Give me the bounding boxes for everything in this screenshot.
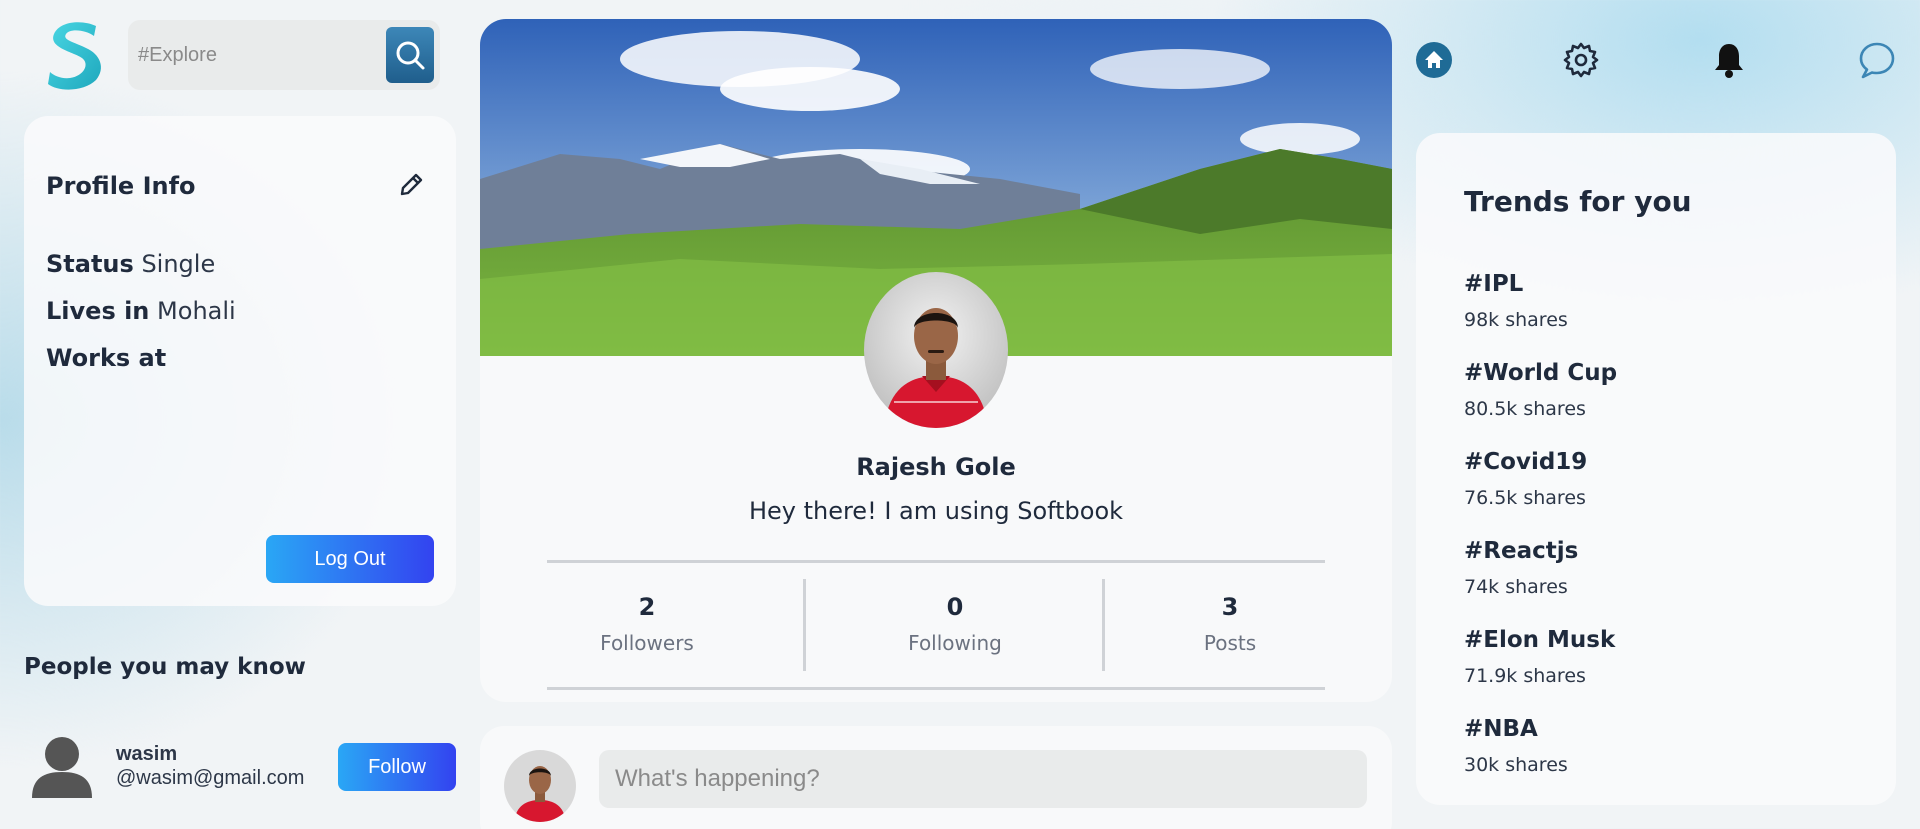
person-email: @wasim@gmail.com: [116, 767, 305, 789]
following-count: 0: [946, 593, 964, 621]
followers-count: 2: [638, 593, 656, 621]
logout-button[interactable]: Log Out: [266, 535, 434, 583]
edit-icon[interactable]: [394, 168, 428, 202]
profile-card: Rajesh Gole Hey there! I am using Softbo…: [480, 19, 1392, 702]
person-name: wasim: [116, 743, 178, 765]
stats-divider: [803, 579, 806, 671]
home-icon[interactable]: [1414, 40, 1454, 80]
search-button[interactable]: [386, 27, 434, 83]
trend-item[interactable]: #IPL 98k shares: [1464, 271, 1568, 331]
trend-tag: #NBA: [1464, 716, 1538, 742]
bell-icon[interactable]: [1709, 40, 1749, 80]
app-logo[interactable]: [44, 18, 106, 92]
chat-icon[interactable]: [1857, 40, 1897, 80]
avatar-placeholder-icon: [30, 734, 94, 798]
trend-shares: 80.5k shares: [1464, 398, 1586, 420]
stats-divider-bottom: [547, 687, 1325, 690]
trend-shares: 30k shares: [1464, 754, 1568, 776]
composer-avatar: [504, 750, 576, 822]
gear-icon[interactable]: [1561, 40, 1601, 80]
trend-item[interactable]: #Covid19 76.5k shares: [1464, 449, 1587, 509]
profile-name: Rajesh Gole: [856, 453, 1016, 481]
trend-shares: 76.5k shares: [1464, 487, 1586, 509]
lives-row: Lives in Mohali: [46, 297, 236, 325]
profile-info-title: Profile Info: [46, 172, 196, 200]
trend-tag: #Elon Musk: [1464, 627, 1616, 653]
lives-value: Mohali: [157, 297, 236, 325]
following-label: Following: [908, 631, 1002, 655]
profile-bio: Hey there! I am using Softbook: [748, 497, 1124, 525]
trend-item[interactable]: #World Cup 80.5k shares: [1464, 360, 1617, 420]
stats-divider: [1102, 579, 1105, 671]
people-you-may-know-title: People you may know: [24, 654, 306, 680]
trend-tag: #IPL: [1464, 271, 1524, 297]
status-row: Status Single: [46, 250, 215, 278]
post-input[interactable]: [599, 750, 1367, 808]
trend-tag: #World Cup: [1464, 360, 1618, 386]
trend-item[interactable]: #Reactjs 74k shares: [1464, 538, 1578, 598]
trend-shares: 98k shares: [1464, 309, 1568, 331]
trend-shares: 71.9k shares: [1464, 665, 1586, 687]
lives-label: Lives in: [46, 297, 150, 325]
follow-button[interactable]: Follow: [338, 743, 456, 791]
search-icon: [396, 41, 425, 70]
trend-item[interactable]: #NBA 30k shares: [1464, 716, 1568, 776]
status-label: Status: [46, 250, 134, 278]
works-label: Works at: [46, 344, 167, 372]
profile-avatar[interactable]: [864, 272, 1008, 428]
stats-divider-top: [547, 560, 1325, 563]
posts-count: 3: [1221, 593, 1239, 621]
search-bar: [128, 20, 440, 90]
trend-item[interactable]: #Elon Musk 71.9k shares: [1464, 627, 1615, 687]
stat-posts[interactable]: 3 Posts: [1140, 593, 1320, 655]
posts-label: Posts: [1203, 631, 1257, 655]
trends-title: Trends for you: [1464, 185, 1692, 218]
trend-shares: 74k shares: [1464, 576, 1568, 598]
profile-info-card: Profile Info Status Single Lives in Moha…: [24, 116, 456, 606]
works-row: Works at: [46, 344, 166, 372]
post-composer: [480, 726, 1392, 829]
status-value: Single: [141, 250, 216, 278]
stat-following[interactable]: 0 Following: [810, 593, 1100, 655]
followers-label: Followers: [600, 631, 694, 655]
trends-card: Trends for you #IPL 98k shares #World Cu…: [1416, 133, 1896, 805]
stat-followers[interactable]: 2 Followers: [547, 593, 747, 655]
trend-tag: #Covid19: [1464, 449, 1588, 475]
trend-tag: #Reactjs: [1464, 538, 1579, 564]
search-input[interactable]: [138, 36, 378, 74]
